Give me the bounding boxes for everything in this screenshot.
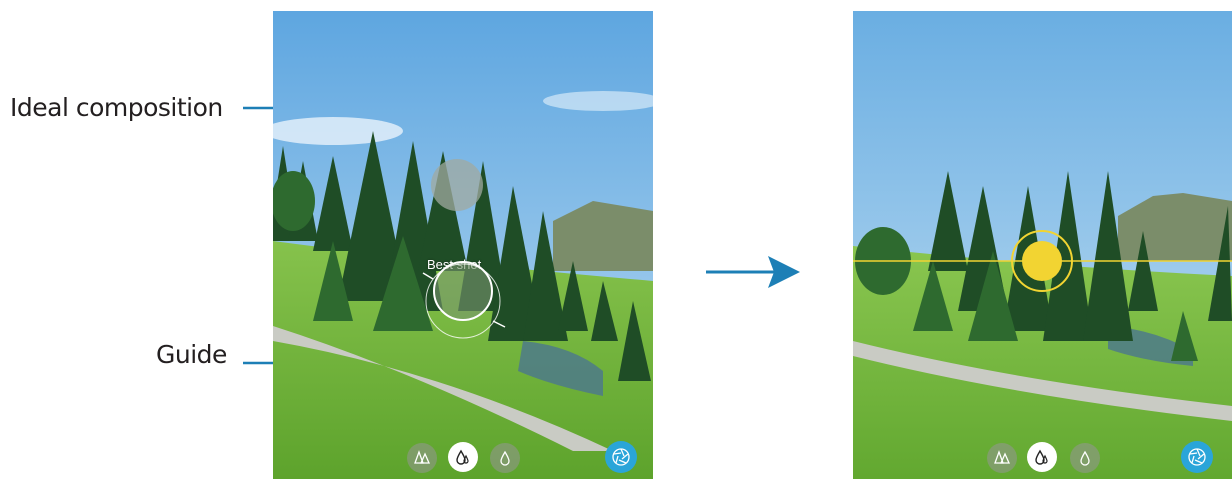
camera-preview-before[interactable]: Best shot: [273, 11, 653, 479]
shutter-button[interactable]: [605, 441, 637, 473]
trees-icon: [414, 450, 430, 464]
mode-button-drops[interactable]: [1027, 442, 1057, 472]
alignment-dot: [1022, 241, 1062, 281]
landscape-scene-left: [273, 11, 653, 479]
mode-button-drop[interactable]: [1070, 443, 1100, 473]
trees-icon: [994, 450, 1010, 464]
mode-button-trees[interactable]: [987, 443, 1017, 473]
drop-icon: [1080, 450, 1090, 466]
aperture-icon: [612, 448, 630, 466]
aperture-icon: [1188, 448, 1206, 466]
mode-button-trees[interactable]: [407, 443, 437, 473]
drops-icon: [1035, 449, 1048, 465]
shutter-button[interactable]: [1181, 441, 1213, 473]
camera-preview-after[interactable]: [853, 11, 1232, 479]
drops-icon: [456, 449, 469, 465]
drop-icon: [500, 450, 510, 466]
mode-button-drop[interactable]: [490, 443, 520, 473]
ideal-composition-target: [431, 159, 483, 211]
guide-orbit: [422, 263, 506, 339]
mode-button-drops[interactable]: [448, 442, 478, 472]
